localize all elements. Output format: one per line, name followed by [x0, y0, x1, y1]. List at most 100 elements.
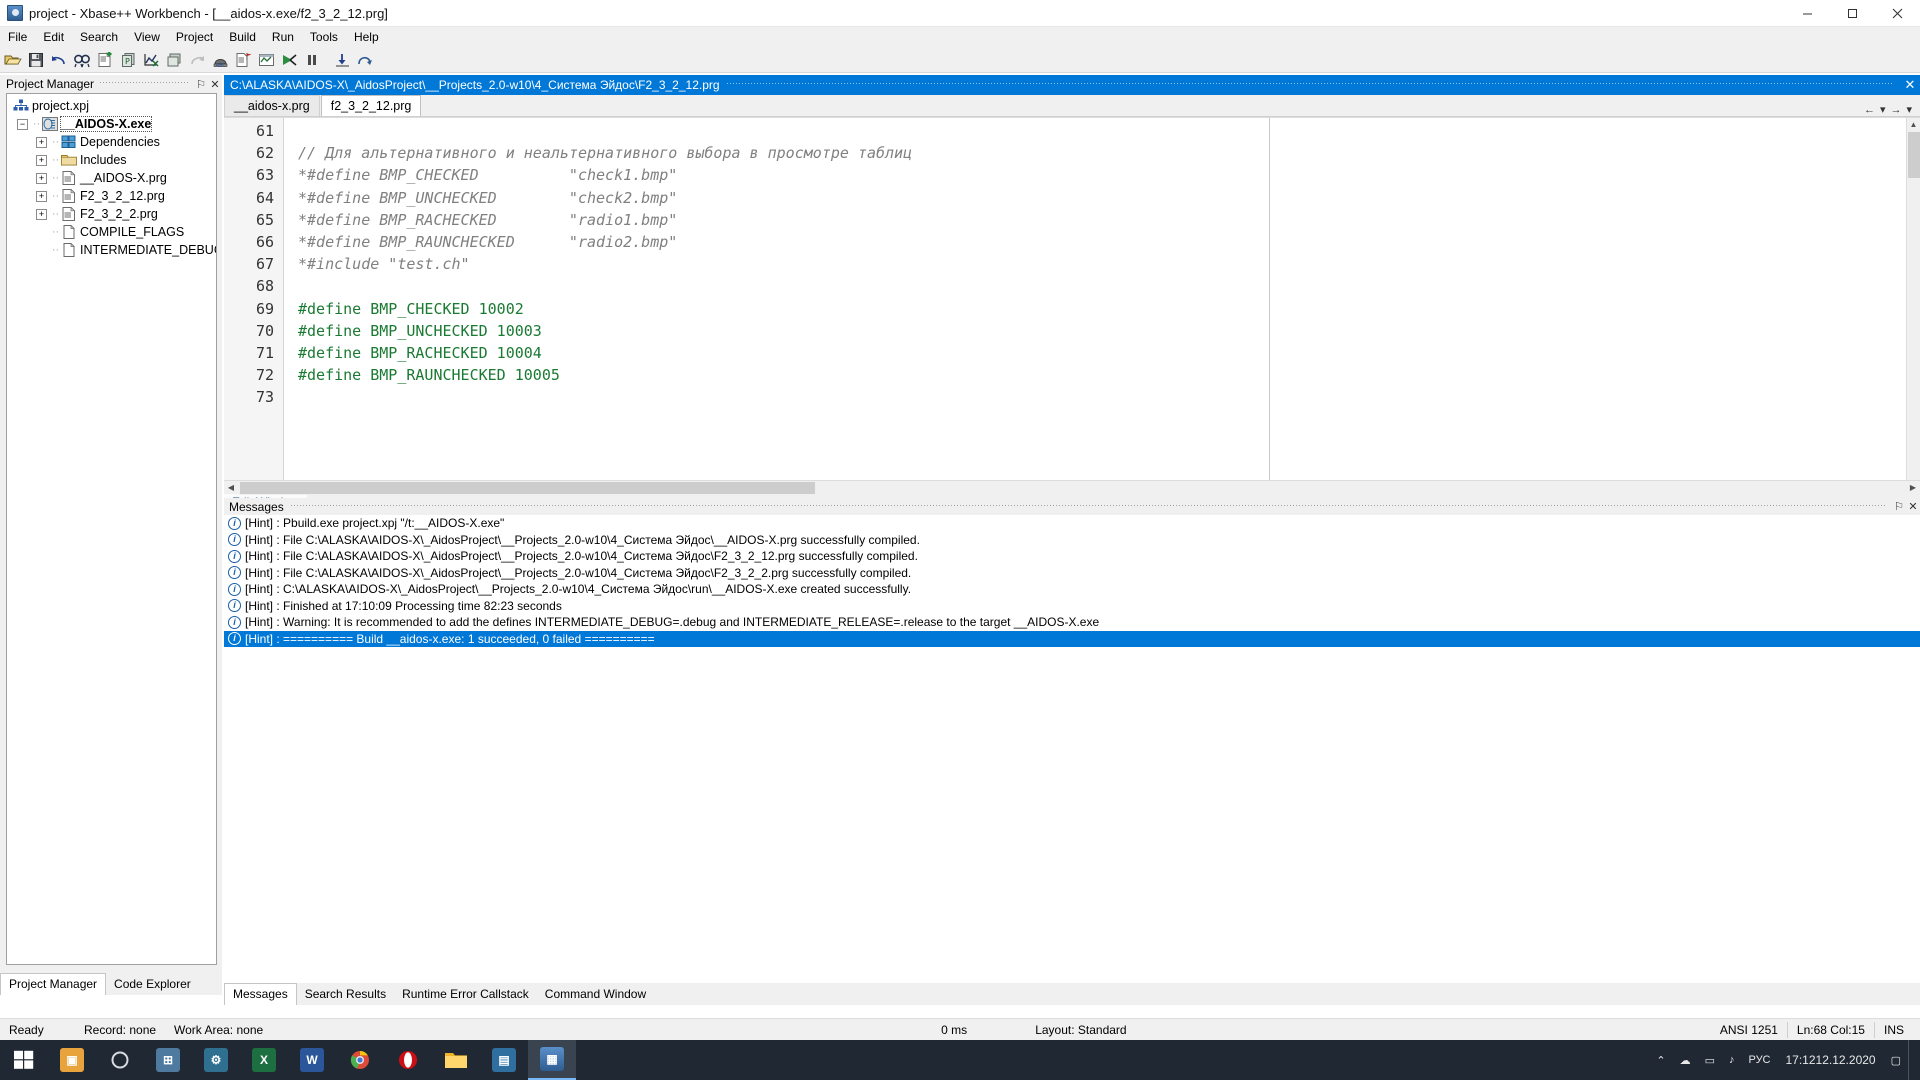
tab-project-manager[interactable]: Project Manager	[0, 973, 107, 995]
taskbar-word-icon[interactable]: W	[288, 1040, 336, 1080]
nav-forward-icon[interactable]: →	[1890, 104, 1901, 116]
menu-help[interactable]: Help	[346, 28, 387, 46]
step-over-icon[interactable]	[354, 49, 376, 71]
messages-list[interactable]: i [Hint] : Pbuild.exe project.xpj "/t:__…	[224, 515, 1920, 983]
network-monitor-icon[interactable]: ▭	[1698, 1040, 1722, 1080]
editor-horizontal-scrollbar[interactable]: ◀ ▶	[224, 480, 1920, 495]
nav-forward-menu-icon[interactable]: ▾	[1906, 103, 1912, 116]
pause-icon[interactable]	[301, 49, 323, 71]
pin-icon[interactable]: ⚐	[194, 78, 208, 91]
run-icon[interactable]	[278, 49, 300, 71]
message-row[interactable]: i [Hint] : C:\ALASKA\AIDOS-X\_AidosProje…	[224, 581, 1920, 598]
scroll-left-icon[interactable]: ◀	[224, 483, 238, 492]
tab-command-window[interactable]: Command Window	[537, 984, 654, 1005]
find-icon[interactable]	[71, 49, 93, 71]
tree-item-intermediate-debug[interactable]: ·· INTERMEDIATE_DEBUG	[7, 241, 216, 259]
taskbar-calculator-icon[interactable]: ⊞	[144, 1040, 192, 1080]
tab-search-results[interactable]: Search Results	[297, 984, 394, 1005]
expand-expander[interactable]: +	[36, 208, 47, 220]
tab-code-explorer[interactable]: Code Explorer	[106, 974, 199, 995]
code-editor[interactable]: 61 62 63 64 65 66 67 68 69 70 71 72 73 /…	[224, 117, 1920, 480]
rebuild-icon[interactable]: ABC	[209, 49, 231, 71]
save-icon[interactable]	[25, 49, 47, 71]
collapse-expander[interactable]: −	[17, 118, 28, 130]
taskbar-chrome-icon[interactable]	[336, 1040, 384, 1080]
expand-expander[interactable]: +	[36, 172, 47, 184]
menu-search[interactable]: Search	[72, 28, 126, 46]
menu-project[interactable]: Project	[168, 28, 221, 46]
tab-runtime-error-callstack[interactable]: Runtime Error Callstack	[394, 984, 537, 1005]
expand-expander[interactable]: +	[36, 190, 47, 202]
taskbar-app-blue-icon[interactable]: ▤	[480, 1040, 528, 1080]
clock[interactable]: 17:12 12.12.2020	[1778, 1040, 1884, 1080]
pin-icon[interactable]: ⚐	[1892, 500, 1906, 513]
copy-project-icon[interactable]: P	[117, 49, 139, 71]
new-file-icon[interactable]	[94, 49, 116, 71]
expand-expander[interactable]: +	[36, 136, 47, 148]
tree-item-dependencies[interactable]: + ·· Dependencies	[7, 133, 216, 151]
start-icon[interactable]	[0, 1040, 48, 1080]
tree-item-f2-3-2-12-prg[interactable]: + ·· F2_3_2_12.prg	[7, 187, 216, 205]
project-tree[interactable]: project.xpj − ·· __AIDOS-X.exe + ·· Depe…	[6, 93, 217, 965]
tree-item-aidos-x-prg[interactable]: + ·· __AIDOS-X.prg	[7, 169, 216, 187]
scroll-thumb[interactable]	[240, 481, 815, 494]
nav-back-icon[interactable]: ←	[1864, 104, 1875, 116]
undo-icon[interactable]	[48, 49, 70, 71]
minimize-button[interactable]	[1785, 0, 1830, 27]
tab-messages[interactable]: Messages	[224, 983, 297, 1005]
redo-icon[interactable]	[186, 49, 208, 71]
message-row[interactable]: i [Hint] : File C:\ALASKA\AIDOS-X\_Aidos…	[224, 565, 1920, 582]
show-hidden-icons-chevron-icon[interactable]: ⌃	[1649, 1040, 1672, 1080]
close-icon[interactable]: ✕	[1906, 500, 1920, 513]
menu-tools[interactable]: Tools	[302, 28, 346, 46]
maximize-button[interactable]	[1830, 0, 1875, 27]
scroll-right-icon[interactable]: ▶	[1906, 483, 1920, 492]
tab-f2-3-2-12-prg[interactable]: f2_3_2_12.prg	[320, 95, 422, 116]
show-desktop-button[interactable]	[1908, 1040, 1916, 1080]
taskbar-explorer-icon[interactable]	[432, 1040, 480, 1080]
tab-aidos-x-prg[interactable]: __aidos-x.prg	[224, 95, 320, 116]
menu-edit[interactable]: Edit	[35, 28, 72, 46]
notifications-icon[interactable]: ▢	[1884, 1040, 1908, 1080]
build-icon[interactable]	[163, 49, 185, 71]
expand-expander[interactable]: +	[36, 154, 47, 166]
message-row[interactable]: i [Hint] : Warning: It is recommended to…	[224, 614, 1920, 631]
check-syntax-icon[interactable]	[140, 49, 162, 71]
tree-item-compile-flags[interactable]: ·· COMPILE_FLAGS	[7, 223, 216, 241]
tree-item-project[interactable]: project.xpj	[7, 97, 216, 115]
code-text[interactable]: // Для альтернативного и неальтернативно…	[284, 118, 1920, 480]
message-row[interactable]: i [Hint] : File C:\ALASKA\AIDOS-X\_Aidos…	[224, 532, 1920, 549]
scroll-track[interactable]	[238, 480, 1906, 495]
tree-item-f2-3-2-2-prg[interactable]: + ·· F2_3_2_2.prg	[7, 205, 216, 223]
editor-vertical-scrollbar[interactable]: ▲	[1906, 118, 1920, 480]
properties-icon[interactable]	[232, 49, 254, 71]
scroll-up-icon[interactable]: ▲	[1907, 118, 1920, 132]
language-indicator[interactable]: РУС	[1741, 1040, 1777, 1080]
tree-item-target-exe[interactable]: − ·· __AIDOS-X.exe	[7, 115, 216, 133]
message-row-selected[interactable]: i [Hint] : ========== Build __aidos-x.ex…	[224, 630, 1920, 647]
onedrive-cloud-icon[interactable]: ☁	[1673, 1040, 1698, 1080]
scroll-thumb[interactable]	[1908, 132, 1920, 178]
step-into-icon[interactable]	[331, 49, 353, 71]
message-row[interactable]: i [Hint] : Finished at 17:10:09 Processi…	[224, 598, 1920, 615]
close-document-icon[interactable]: ✕	[1900, 77, 1920, 93]
nav-back-menu-icon[interactable]: ▾	[1880, 103, 1886, 116]
menu-build[interactable]: Build	[221, 28, 264, 46]
menu-run[interactable]: Run	[264, 28, 302, 46]
open-project-icon[interactable]	[2, 49, 24, 71]
message-row[interactable]: i [Hint] : Pbuild.exe project.xpj "/t:__…	[224, 515, 1920, 532]
taskbar-settings-icon[interactable]: ⚙	[192, 1040, 240, 1080]
taskbar-opera-icon[interactable]	[384, 1040, 432, 1080]
taskbar-workbench-icon[interactable]: ▦	[528, 1040, 576, 1080]
taskbar-cortana-icon[interactable]	[96, 1040, 144, 1080]
menu-file[interactable]: File	[0, 28, 35, 46]
menu-view[interactable]: View	[126, 28, 168, 46]
tree-item-includes[interactable]: + ·· Includes	[7, 151, 216, 169]
run-debug-icon[interactable]	[255, 49, 277, 71]
message-row[interactable]: i [Hint] : File C:\ALASKA\AIDOS-X\_Aidos…	[224, 548, 1920, 565]
close-icon[interactable]: ✕	[208, 78, 222, 91]
taskbar-photos-icon[interactable]: ▣	[48, 1040, 96, 1080]
volume-icon[interactable]: ♪	[1722, 1040, 1742, 1080]
taskbar-excel-icon[interactable]: X	[240, 1040, 288, 1080]
close-button[interactable]	[1875, 0, 1920, 27]
